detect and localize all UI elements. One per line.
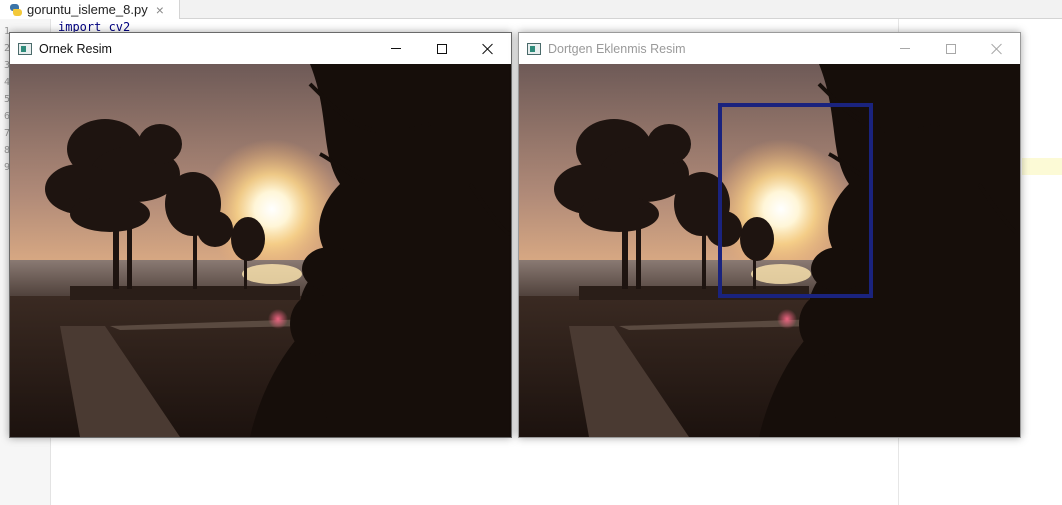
opencv-window-icon <box>18 42 32 55</box>
window-title-bar[interactable]: Ornek Resim <box>10 33 511 64</box>
sunset-image <box>10 64 511 437</box>
current-line-highlight <box>1022 158 1062 175</box>
close-button[interactable] <box>974 33 1020 64</box>
maximize-icon <box>946 43 956 54</box>
editor-tab-bar: goruntu_isleme_8.py × <box>0 0 1062 19</box>
minimize-icon <box>391 48 401 49</box>
tab-filename: goruntu_isleme_8.py <box>27 2 148 17</box>
minimize-button[interactable] <box>373 33 419 64</box>
window-title-bar[interactable]: Dortgen Eklenmis Resim <box>519 33 1020 64</box>
maximize-button[interactable] <box>419 33 465 64</box>
minimize-icon <box>900 48 910 49</box>
window-title: Dortgen Eklenmis Resim <box>548 41 686 56</box>
maximize-button[interactable] <box>928 33 974 64</box>
window-ornek-resim[interactable]: Ornek Resim <box>9 32 512 438</box>
close-button[interactable] <box>465 33 511 64</box>
maximize-icon <box>437 43 447 54</box>
window-title: Ornek Resim <box>39 41 112 56</box>
minimize-button[interactable] <box>882 33 928 64</box>
tab-close-icon[interactable]: × <box>156 3 164 17</box>
close-icon <box>482 43 494 55</box>
window-dortgen-eklenmis-resim[interactable]: Dortgen Eklenmis Resim <box>518 32 1021 438</box>
opencv-window-icon <box>527 42 541 55</box>
close-icon <box>991 43 1003 55</box>
sunset-image-with-rectangle <box>519 64 1020 437</box>
python-file-icon <box>9 3 23 17</box>
editor-tab-file[interactable]: goruntu_isleme_8.py × <box>0 0 180 19</box>
